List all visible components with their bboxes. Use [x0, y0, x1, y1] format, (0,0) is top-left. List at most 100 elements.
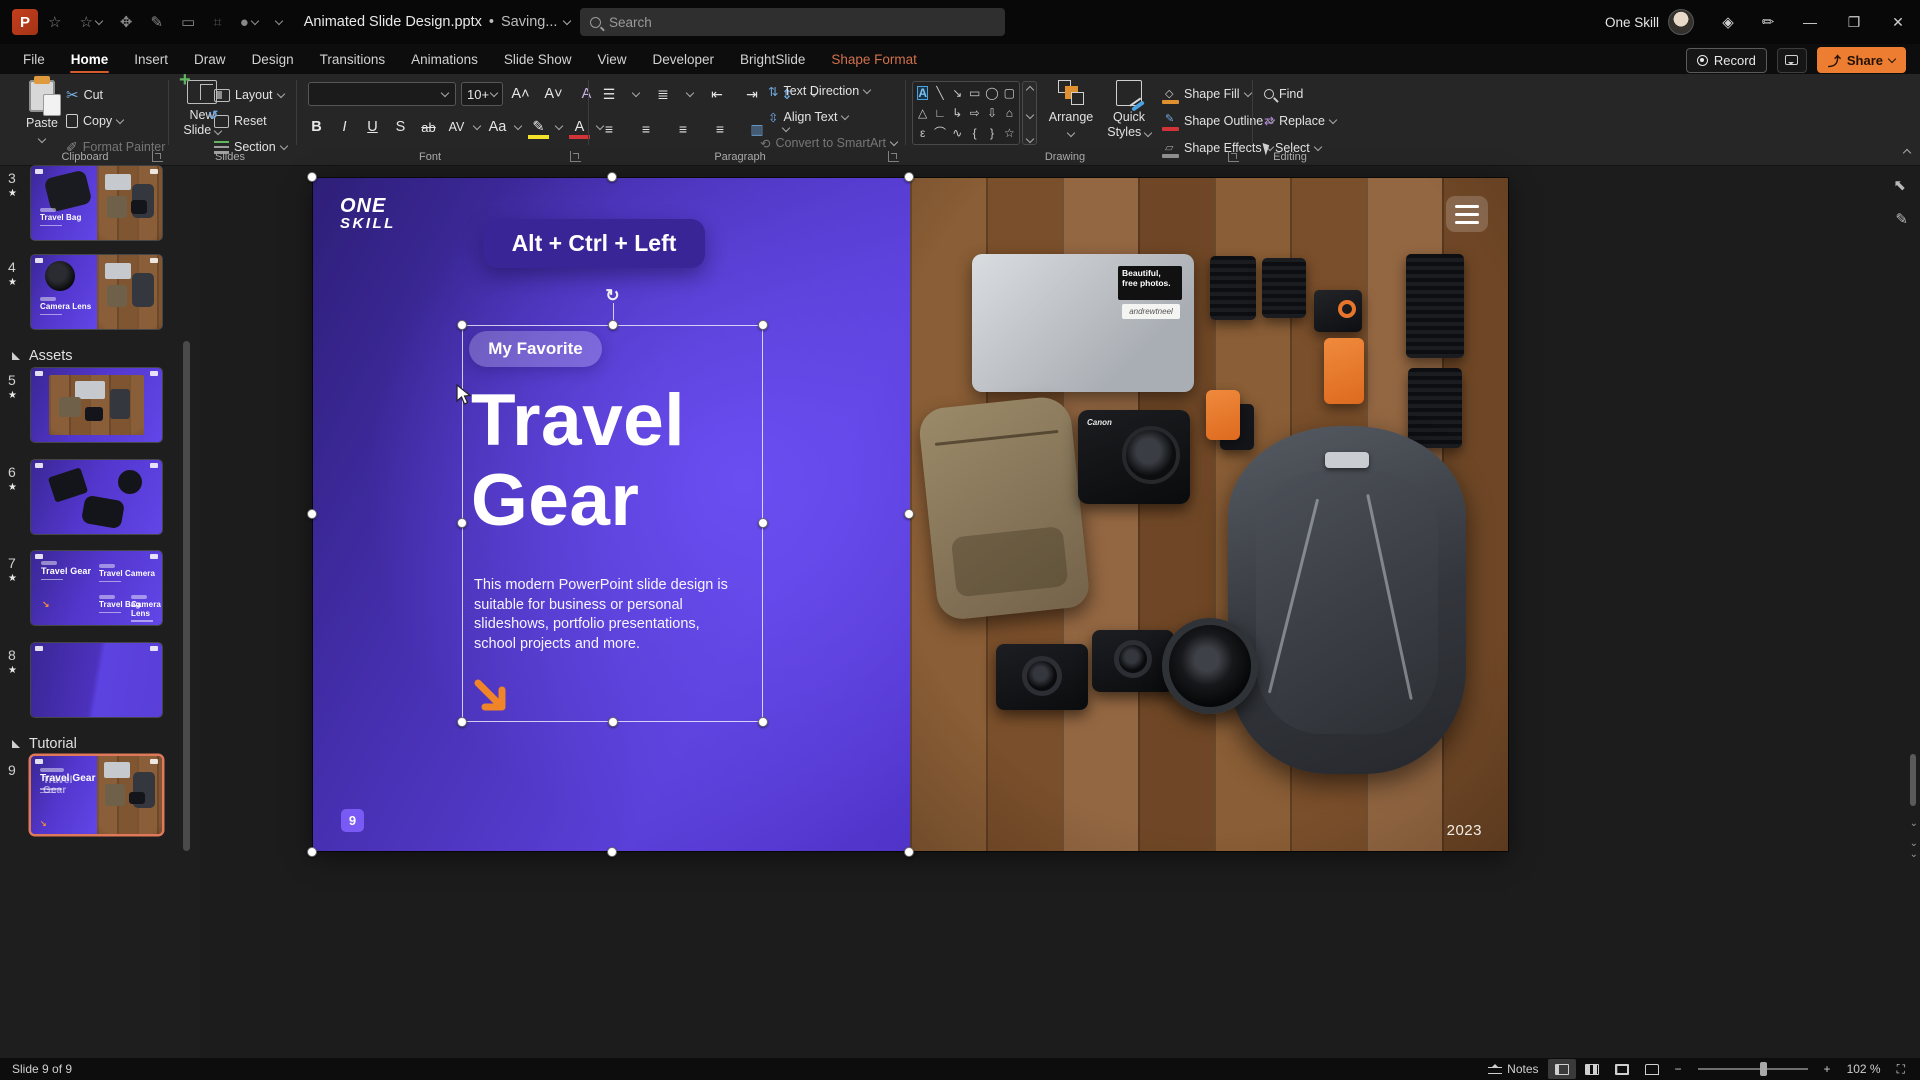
zoom-in-button[interactable]: + — [1817, 1059, 1838, 1079]
resize-handle-e[interactable] — [758, 518, 768, 528]
increase-indent-button[interactable]: ⇥ — [741, 83, 763, 105]
slide-sorter-view-button[interactable] — [1578, 1059, 1606, 1079]
favorite-star-icon[interactable]: ☆ — [48, 13, 61, 31]
resize-handle-s[interactable] — [608, 717, 618, 727]
reset-button[interactable]: Reset — [214, 110, 267, 132]
decrease-indent-button[interactable]: ⇤ — [706, 83, 728, 105]
next-slide-icon[interactable]: ⌄⌄ — [1910, 838, 1918, 860]
layout-button[interactable]: Layout — [214, 84, 284, 106]
minimize-button[interactable]: — — [1788, 0, 1832, 44]
grow-font-button[interactable]: A˄ — [510, 83, 531, 106]
fit-to-window-button[interactable]: ⛶ — [1890, 1059, 1912, 1079]
shapes-scroll-down-icon[interactable] — [1025, 111, 1033, 119]
slide-body-text[interactable]: This modern PowerPoint slide design is s… — [474, 576, 729, 654]
shape-outline-button[interactable]: ✎ Shape Outline — [1162, 110, 1274, 132]
font-size-combo[interactable]: 10+ — [461, 82, 503, 106]
tab-view[interactable]: View — [584, 44, 639, 74]
change-case-button[interactable]: Aa — [487, 116, 508, 139]
share-button[interactable]: ⤴ Share — [1817, 47, 1906, 73]
pen-tool-icon[interactable]: ✎ — [1895, 210, 1908, 228]
rotation-handle[interactable]: ↻ — [605, 286, 619, 306]
resize-handle-sw[interactable] — [457, 717, 467, 727]
record-button[interactable]: Record — [1686, 48, 1767, 73]
shadow-button[interactable]: S — [390, 116, 411, 139]
resize-handle-n[interactable] — [608, 320, 618, 330]
qat-customize-icon[interactable] — [276, 21, 282, 24]
resize-handle-ne[interactable] — [758, 320, 768, 330]
zoom-slider-knob[interactable] — [1760, 1062, 1767, 1076]
slideshow-view-button[interactable] — [1638, 1059, 1666, 1079]
resize-handle-nw[interactable] — [457, 320, 467, 330]
find-button[interactable]: Find — [1264, 83, 1303, 105]
slide-5-thumbnail[interactable] — [31, 368, 162, 442]
underline-button[interactable]: U — [362, 116, 383, 139]
selection-tool-icon[interactable]: ⬉ — [1893, 176, 1906, 194]
drawing-dialog-launcher[interactable] — [1228, 151, 1239, 162]
slide-photo-panel[interactable]: Beautiful, free photos. andrewtneel Cano… — [910, 178, 1508, 851]
strikethrough-button[interactable]: ab — [418, 116, 439, 139]
slide-4-thumbnail[interactable]: Camera Lens — [31, 255, 162, 329]
italic-button[interactable]: I — [334, 116, 355, 139]
zoom-slider[interactable] — [1698, 1068, 1808, 1070]
tab-shape-format[interactable]: Shape Format — [818, 44, 930, 74]
object-handle-s[interactable] — [607, 847, 617, 857]
cut-button[interactable]: ✂Cut — [66, 84, 103, 106]
orange-arrow-shape[interactable] — [471, 676, 513, 723]
add-star-icon[interactable]: ☆ — [79, 13, 101, 31]
zoom-level[interactable]: 102 % — [1840, 1059, 1888, 1079]
notes-button[interactable]: Notes — [1481, 1059, 1545, 1079]
tab-insert[interactable]: Insert — [121, 44, 181, 74]
scroll-down-icon[interactable]: ⌄ — [1910, 818, 1918, 829]
tab-brightslide[interactable]: BrightSlide — [727, 44, 818, 74]
object-handle-se[interactable] — [904, 847, 914, 857]
arrange-button[interactable]: Arrange — [1042, 80, 1100, 150]
resize-handle-se[interactable] — [758, 717, 768, 727]
paragraph-dialog-launcher[interactable] — [888, 151, 899, 162]
canvas-scrollbar-thumb[interactable] — [1910, 754, 1916, 806]
align-left-button[interactable]: ≡ — [598, 118, 620, 140]
tab-animations[interactable]: Animations — [398, 44, 491, 74]
shapes-scroll-up-icon[interactable] — [1025, 86, 1033, 94]
object-handle-w[interactable] — [307, 509, 317, 519]
slide-9-canvas[interactable]: ONE SKILL Alt + Ctrl + Left My Favorite … — [313, 178, 1508, 851]
slide-purple-panel[interactable]: ONE SKILL Alt + Ctrl + Left My Favorite … — [313, 178, 910, 851]
shapes-gallery-scrollbar[interactable] — [1022, 81, 1037, 145]
bold-button[interactable]: B — [306, 116, 327, 139]
align-center-button[interactable]: ≡ — [635, 118, 657, 140]
object-handle-sw[interactable] — [307, 847, 317, 857]
tab-design[interactable]: Design — [239, 44, 307, 74]
slide-8-thumbnail[interactable] — [31, 643, 162, 717]
clear-formatting-button[interactable]: A — [576, 83, 597, 106]
panel-scrollbar[interactable] — [183, 341, 190, 851]
collapse-ribbon-icon[interactable] — [1904, 143, 1910, 161]
justify-button[interactable]: ≡ — [709, 118, 731, 140]
font-color-button[interactable]: A — [569, 116, 590, 139]
slide-7-thumbnail[interactable]: Travel Gear Travel Camera Travel Bag Cam… — [31, 551, 162, 625]
my-favorite-tag[interactable]: My Favorite — [469, 331, 602, 367]
align-right-button[interactable]: ≡ — [672, 118, 694, 140]
tab-developer[interactable]: Developer — [640, 44, 728, 74]
tab-transitions[interactable]: Transitions — [307, 44, 399, 74]
resize-handle-w[interactable] — [457, 518, 467, 528]
shape-fill-button[interactable]: ◇ Shape Fill — [1162, 83, 1251, 105]
slide-9-thumbnail-selected[interactable]: Travel Gear Travel Gear ↘ — [31, 756, 162, 834]
account-button[interactable]: One Skill — [1605, 9, 1694, 35]
meet-now-icon[interactable]: ✏ — [1748, 0, 1788, 44]
comments-button[interactable] — [1777, 48, 1807, 73]
move-tool-icon[interactable]: ✥ — [120, 13, 133, 31]
paste-button[interactable]: Paste — [14, 80, 70, 150]
text-box-shape[interactable]: A — [918, 87, 927, 99]
copy-button[interactable]: Copy — [66, 110, 123, 132]
tab-file[interactable]: File — [10, 44, 58, 74]
shape-tool-icon[interactable]: ● — [240, 14, 258, 31]
text-highlight-button[interactable]: ✎ — [528, 116, 549, 139]
numbering-button[interactable]: ≣ — [652, 83, 674, 105]
slide-title[interactable]: Travel Gear — [471, 381, 685, 541]
reading-view-button[interactable] — [1608, 1059, 1636, 1079]
restore-button[interactable]: ❐ — [1832, 0, 1876, 44]
shrink-font-button[interactable]: A˅ — [543, 83, 564, 106]
normal-view-button[interactable] — [1548, 1059, 1576, 1079]
search-input[interactable]: Search — [580, 8, 1005, 36]
premium-diamond-icon[interactable]: ◈ — [1708, 0, 1748, 44]
slide-layout-icon[interactable]: ▭ — [181, 13, 195, 31]
